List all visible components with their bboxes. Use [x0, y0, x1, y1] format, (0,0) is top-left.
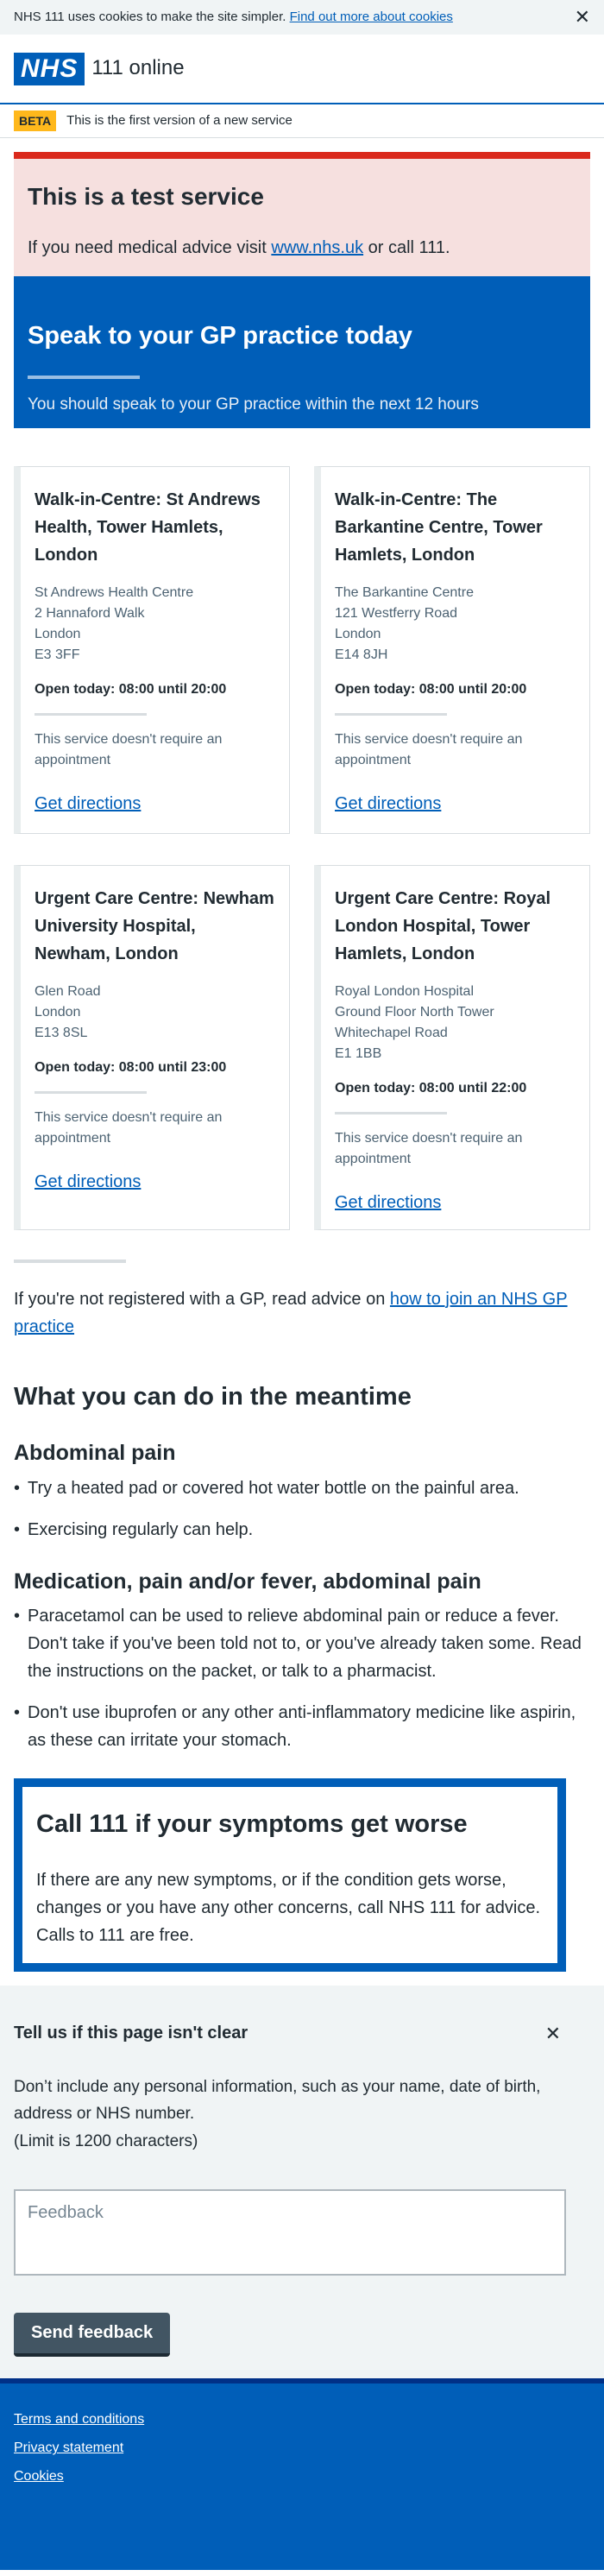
test-service-warning: This is a test service If you need medic… [14, 152, 590, 276]
address-line: 2 Hannaford Walk [35, 606, 145, 621]
topic-heading: Medication, pain and/or fever, abdominal… [14, 1569, 481, 1594]
feedback-description: Don’t include any personal information, … [14, 2074, 590, 2155]
site-header: NHS 111 online [0, 35, 604, 104]
service-card: Urgent Care Centre: Royal London Hospita… [314, 865, 590, 1230]
test-service-text-after: or call 111. [363, 237, 450, 257]
appointment-note: This service doesn't require an appointm… [35, 1110, 223, 1146]
care-advice-list: Paracetamol can be used to relieve abdom… [14, 1602, 590, 1754]
service-list: Walk-in-Centre: St Andrews Health, Tower… [14, 466, 590, 1230]
beta-banner: BETA This is the first version of a new … [0, 104, 604, 138]
cookie-info-link[interactable]: Find out more about cookies [290, 9, 453, 24]
service-name: Urgent Care Centre: Royal London Hospita… [335, 889, 551, 963]
service-name: Urgent Care Centre: Newham University Ho… [35, 889, 274, 963]
feedback-limit-text: (Limit is 1200 characters) [14, 2131, 198, 2150]
appointment-note: This service doesn't require an appointm… [35, 732, 223, 768]
terms-link[interactable]: Terms and conditions [14, 2409, 590, 2429]
feedback-panel: Tell us if this page isn't clear ✕ Don’t… [0, 1986, 604, 2379]
cookie-close-icon[interactable]: ✕ [575, 8, 590, 27]
appointment-note: This service doesn't require an appointm… [335, 1131, 523, 1167]
service-address: The Barkantine Centre 121 Westferry Road… [335, 583, 576, 666]
address-line: 121 Westferry Road [335, 606, 457, 621]
cookies-link[interactable]: Cookies [14, 2466, 590, 2486]
service-address: Glen Road London E13 8SL [35, 982, 275, 1044]
meantime-heading: What you can do in the meantime [14, 1383, 412, 1411]
banner-divider [28, 375, 140, 379]
address-line: E1 1BB [335, 1046, 382, 1061]
cookie-banner: NHS 111 uses cookies to make the site si… [0, 0, 604, 35]
service-address: St Andrews Health Centre 2 Hannaford Wal… [35, 583, 275, 666]
not-registered-text: If you're not registered with a GP, read… [14, 1290, 390, 1309]
opening-times: Open today: 08:00 until 23:00 [35, 1060, 227, 1075]
opening-times: Open today: 08:00 until 22:00 [335, 1081, 527, 1095]
section-divider [14, 1260, 126, 1263]
nhs-website-link[interactable]: www.nhs.uk [271, 238, 363, 257]
feedback-desc-text: Don’t include any personal information, … [14, 2077, 541, 2124]
feedback-input[interactable] [14, 2188, 566, 2276]
address-line: Royal London Hospital [335, 984, 474, 999]
address-line: London [35, 1005, 81, 1020]
cookie-message: NHS 111 uses cookies to make the site si… [14, 8, 453, 27]
feedback-header: Tell us if this page isn't clear ✕ [14, 2020, 590, 2048]
list-item: Don't use ibuprofen or any other anti-in… [14, 1699, 590, 1754]
address-line: E14 8JH [335, 647, 388, 662]
address-line: Ground Floor North Tower [335, 1005, 494, 1020]
service-name: Walk-in-Centre: St Andrews Health, Tower… [35, 490, 261, 565]
address-line: E3 3FF [35, 647, 80, 662]
privacy-link[interactable]: Privacy statement [14, 2438, 590, 2458]
card-divider [335, 1112, 447, 1115]
service-card: Urgent Care Centre: Newham University Ho… [14, 865, 290, 1230]
card-divider [35, 1091, 147, 1095]
disposition-banner: Speak to your GP practice today You shou… [14, 276, 590, 428]
get-directions-link[interactable]: Get directions [335, 1190, 576, 1215]
card-divider [335, 713, 447, 717]
nhs-logo[interactable]: NHS [14, 52, 85, 85]
beta-tag: BETA [14, 110, 57, 132]
service-name[interactable]: 111 online [91, 54, 184, 84]
main-content: This is a test service If you need medic… [0, 152, 604, 1973]
address-line: Glen Road [35, 984, 101, 999]
test-service-title: This is a test service [28, 183, 264, 210]
beta-text: This is the first version of a new servi… [66, 113, 293, 129]
topic-heading: Abdominal pain [14, 1441, 176, 1466]
opening-times: Open today: 08:00 until 20:00 [35, 682, 227, 697]
site-footer: Terms and conditions Privacy statement C… [0, 2378, 604, 2571]
test-service-text-before: If you need medical advice visit [28, 237, 272, 257]
not-registered-advice: If you're not registered with a GP, read… [14, 1285, 590, 1341]
feedback-close-icon[interactable]: ✕ [545, 2020, 561, 2048]
service-address: Royal London Hospital Ground Floor North… [335, 982, 576, 1064]
address-line: London [335, 627, 381, 641]
get-directions-link[interactable]: Get directions [335, 792, 576, 817]
opening-times: Open today: 08:00 until 20:00 [335, 682, 527, 697]
cookie-text: NHS 111 uses cookies to make the site si… [14, 9, 286, 25]
service-name: Walk-in-Centre: The Barkantine Centre, T… [335, 490, 543, 565]
care-advice-list: Try a heated pad or covered hot water bo… [14, 1474, 590, 1544]
test-service-text: If you need medical advice visit www.nhs… [28, 236, 576, 261]
address-line: The Barkantine Centre [335, 585, 474, 600]
appointment-note: This service doesn't require an appointm… [335, 732, 523, 768]
get-directions-link[interactable]: Get directions [35, 1170, 275, 1195]
address-line: St Andrews Health Centre [35, 585, 194, 600]
disposition-title: Speak to your GP practice today [28, 322, 412, 350]
list-item: Try a heated pad or covered hot water bo… [14, 1474, 590, 1502]
disposition-subtitle: You should speak to your GP practice wit… [28, 395, 479, 414]
list-item: Exercising regularly can help. [14, 1516, 590, 1544]
address-line: E13 8SL [35, 1026, 88, 1040]
feedback-title: Tell us if this page isn't clear [14, 2024, 249, 2043]
list-item: Paracetamol can be used to relieve abdom… [14, 1602, 590, 1685]
worsening-text: If there are any new symptoms, or if the… [36, 1871, 541, 1946]
worsening-title: Call 111 if your symptoms get worse [36, 1810, 468, 1839]
service-card: Walk-in-Centre: The Barkantine Centre, T… [314, 466, 590, 834]
address-line: London [35, 627, 81, 641]
send-feedback-button[interactable]: Send feedback [14, 2312, 171, 2357]
address-line: Whitechapel Road [335, 1026, 448, 1040]
card-divider [35, 713, 147, 717]
worsening-advice-box: Call 111 if your symptoms get worse If t… [14, 1778, 566, 1973]
service-card: Walk-in-Centre: St Andrews Health, Tower… [14, 466, 290, 834]
get-directions-link[interactable]: Get directions [35, 792, 275, 817]
